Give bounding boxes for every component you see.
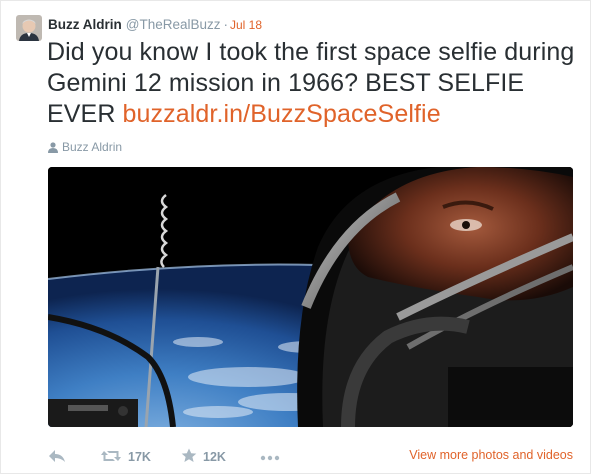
star-icon (181, 448, 197, 466)
photo-credit-name[interactable]: Buzz Aldrin (62, 140, 122, 154)
user-handle[interactable]: @TheRealBuzz (126, 17, 221, 32)
avatar[interactable] (16, 15, 42, 41)
retweet-count: 17K (128, 450, 151, 464)
retweet-icon (100, 449, 122, 466)
person-icon (48, 141, 58, 157)
avatar-image (16, 15, 42, 41)
reply-icon (48, 449, 66, 466)
separator-dot: · (223, 17, 229, 32)
more-icon (260, 450, 280, 464)
tweet-header: Buzz Aldrin @TheRealBuzz · Jul 18 (48, 16, 262, 36)
space-selfie-image (48, 167, 573, 427)
retweet-button[interactable]: 17K (100, 447, 151, 467)
reply-button[interactable] (48, 447, 66, 467)
tweet-photo[interactable] (48, 167, 573, 427)
tweet-card: Buzz Aldrin @TheRealBuzz · Jul 18 Did you k… (0, 0, 591, 474)
photo-credit: Buzz Aldrin (48, 139, 122, 157)
favorite-button[interactable]: 12K (181, 447, 226, 467)
favorite-count: 12K (203, 450, 226, 464)
tweet-text: Did you know I took the first space self… (47, 37, 577, 130)
more-button[interactable] (260, 447, 280, 467)
tweet-actions: 17K 12K View more photos and videos (48, 447, 573, 469)
timestamp-link[interactable]: Jul 18 (230, 18, 262, 32)
view-more-photos-link[interactable]: View more photos and videos (409, 448, 573, 462)
display-name[interactable]: Buzz Aldrin (48, 17, 122, 32)
tweet-link[interactable]: buzzaldr.in/BuzzSpaceSelfie (123, 100, 441, 128)
